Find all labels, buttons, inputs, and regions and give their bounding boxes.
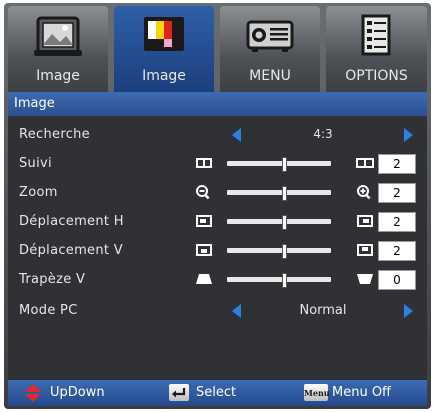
slider-knob[interactable] xyxy=(282,215,287,230)
shift-up-icon xyxy=(357,244,373,256)
row-mode-pc[interactable]: Mode PC Normal xyxy=(8,300,427,322)
row-label: Zoom xyxy=(19,185,58,200)
shift-left-icon xyxy=(196,215,212,227)
option-value: Normal xyxy=(299,303,347,318)
updown-arrows-icon xyxy=(25,384,41,402)
tab-label: OPTIONS xyxy=(345,68,408,84)
zoom-out-icon xyxy=(196,185,210,200)
osd-menu: Image Image MENU OPTIONS Image Recherche… xyxy=(0,0,435,412)
arrow-left-icon[interactable] xyxy=(232,304,241,318)
row-trapeze-v[interactable]: Trapèze V 0 xyxy=(8,269,427,291)
menu-key-icon: Menu xyxy=(304,384,330,401)
arrow-left-icon[interactable] xyxy=(232,128,241,142)
section-header: Image xyxy=(8,92,427,116)
enter-key-icon xyxy=(169,384,189,401)
trapeze-v-value[interactable]: 0 xyxy=(378,270,416,290)
deplacement-h-slider[interactable] xyxy=(227,215,331,230)
tab-image-1[interactable]: Image xyxy=(8,6,108,92)
picture-frame-icon xyxy=(34,16,82,56)
row-label: Déplacement H xyxy=(19,214,124,229)
option-value: 4:3 xyxy=(313,127,333,141)
arrow-right-icon[interactable] xyxy=(404,128,413,142)
zoom-slider[interactable] xyxy=(227,186,331,201)
tab-label: Image xyxy=(36,68,80,84)
arrow-right-icon[interactable] xyxy=(404,304,413,318)
tab-image-2[interactable]: Image xyxy=(114,6,214,92)
trapeze-v-slider[interactable] xyxy=(227,273,331,288)
footer-updown: UpDown xyxy=(50,385,105,400)
suivi-value[interactable]: 2 xyxy=(378,154,416,174)
row-suivi[interactable]: Suivi 2 xyxy=(8,153,427,175)
keystone-narrow-top-icon xyxy=(196,274,212,284)
section-title: Image xyxy=(14,96,55,111)
tab-label: Image xyxy=(142,68,186,84)
suivi-slider[interactable] xyxy=(227,157,331,172)
deplacement-v-slider[interactable] xyxy=(227,244,331,259)
slider-knob[interactable] xyxy=(282,244,287,259)
tab-menu[interactable]: MENU xyxy=(220,6,320,92)
keystone-narrow-bottom-icon xyxy=(357,274,373,284)
row-zoom[interactable]: Zoom 2 xyxy=(8,182,427,204)
row-label: Mode PC xyxy=(19,303,78,318)
row-deplacement-v[interactable]: Déplacement V 2 xyxy=(8,240,427,262)
footer-menu-off: Menu Off xyxy=(332,385,392,400)
tab-options[interactable]: OPTIONS xyxy=(326,6,427,92)
deplacement-v-value[interactable]: 2 xyxy=(378,241,416,261)
slider-knob[interactable] xyxy=(282,186,287,201)
slider-knob[interactable] xyxy=(282,273,287,288)
footer-select: Select xyxy=(196,385,237,400)
deplacement-h-value[interactable]: 2 xyxy=(378,212,416,232)
settings-sheet-icon xyxy=(361,14,391,56)
footer-bar: UpDown Select Menu Menu Off xyxy=(8,380,427,406)
projector-icon xyxy=(246,20,294,52)
zoom-value[interactable]: 2 xyxy=(378,183,416,203)
color-bars-icon xyxy=(144,17,184,51)
slider-knob[interactable] xyxy=(282,157,287,172)
tracking-narrow-icon xyxy=(196,158,212,168)
tab-bar: Image Image MENU OPTIONS xyxy=(8,6,427,92)
row-label: Trapèze V xyxy=(19,272,86,287)
row-label: Suivi xyxy=(19,156,52,171)
zoom-in-icon xyxy=(357,185,371,200)
settings-panel: Image Recherche 4:3 Suivi 2 Zoom 2 Dépla… xyxy=(8,92,427,380)
tracking-wide-icon xyxy=(356,158,374,168)
row-label: Déplacement V xyxy=(19,243,123,258)
shift-down-icon xyxy=(196,244,212,256)
row-label: Recherche xyxy=(19,127,90,142)
tab-label: MENU xyxy=(249,68,291,84)
menu-key-label: Menu xyxy=(304,388,330,398)
row-recherche[interactable]: Recherche 4:3 xyxy=(8,124,427,146)
shift-right-icon xyxy=(357,215,373,227)
row-deplacement-h[interactable]: Déplacement H 2 xyxy=(8,211,427,233)
